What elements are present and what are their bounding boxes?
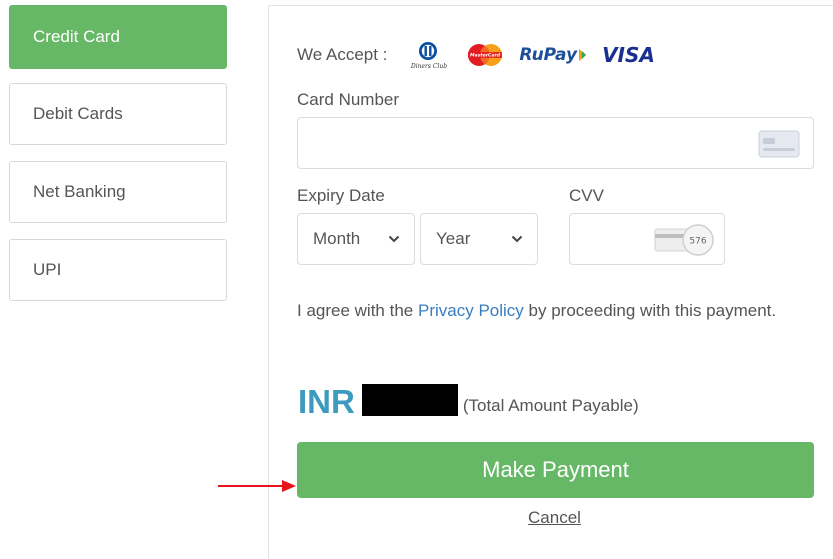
chevron-down-icon: [511, 235, 523, 243]
agreement-text: I agree with the Privacy Policy by proce…: [297, 298, 777, 324]
mastercard-logo: MasterCard: [463, 40, 507, 70]
tab-upi-label: UPI: [33, 260, 62, 279]
tab-net-banking[interactable]: Net Banking: [9, 161, 227, 223]
tab-debit-cards[interactable]: Debit Cards: [9, 83, 227, 145]
we-accept-label: We Accept :: [297, 45, 388, 64]
diners-club-icon: Diners Club: [410, 42, 448, 70]
tab-debit-cards-label: Debit Cards: [33, 104, 123, 123]
agreement-suffix: by proceeding with this payment.: [528, 301, 777, 320]
make-payment-button[interactable]: Make Payment: [297, 442, 814, 498]
expiry-year-value: Year: [436, 229, 471, 248]
rupay-text: RuPay: [519, 45, 578, 65]
visa-logo: VISA: [600, 43, 655, 67]
accepted-cards-row: We Accept : Diners Club MasterCard RuPay: [297, 40, 667, 70]
rupay-logo: RuPay: [519, 45, 588, 65]
agreement-prefix: I agree with the: [297, 301, 414, 320]
tab-net-banking-label: Net Banking: [33, 182, 126, 201]
cvv-sample-number: 576: [689, 237, 706, 247]
card-number-label: Card Number: [297, 90, 400, 109]
cancel-link[interactable]: Cancel: [528, 508, 581, 527]
credit-card-icon: [758, 130, 800, 158]
mastercard-text: MasterCard: [470, 53, 501, 59]
amount-row: INR (Total Amount Payable): [298, 380, 639, 420]
cvv-label: CVV: [569, 186, 604, 205]
tab-credit-card[interactable]: Credit Card: [9, 5, 227, 69]
expiry-month-value: Month: [313, 229, 361, 248]
payment-page: Credit Card Debit Cards Net Banking UPI …: [0, 0, 833, 559]
card-number-input[interactable]: [297, 117, 814, 169]
diners-club-logo: Diners Club: [407, 40, 451, 70]
expiry-date-label: Expiry Date: [297, 186, 385, 205]
expiry-month-select[interactable]: Month: [297, 213, 415, 265]
currency-code: INR: [298, 383, 355, 420]
rupay-chevron-icon: [579, 49, 587, 61]
total-amount-note: (Total Amount Payable): [462, 396, 639, 415]
mastercard-icon: MasterCard: [468, 44, 503, 66]
diners-club-text: Diners Club: [410, 63, 447, 70]
tab-upi[interactable]: UPI: [9, 239, 227, 301]
red-arrow-icon: [218, 480, 296, 492]
redacted-amount: [361, 384, 458, 416]
cvv-input[interactable]: 576: [569, 213, 725, 265]
cvv-card-back-icon: 576: [654, 224, 714, 256]
cancel-row: Cancel: [0, 508, 833, 528]
chevron-down-icon: [388, 235, 400, 243]
expiry-year-select[interactable]: Year: [420, 213, 538, 265]
visa-text: VISA: [602, 43, 655, 67]
privacy-policy-link[interactable]: Privacy Policy: [418, 301, 524, 320]
tab-credit-card-label: Credit Card: [33, 27, 120, 46]
